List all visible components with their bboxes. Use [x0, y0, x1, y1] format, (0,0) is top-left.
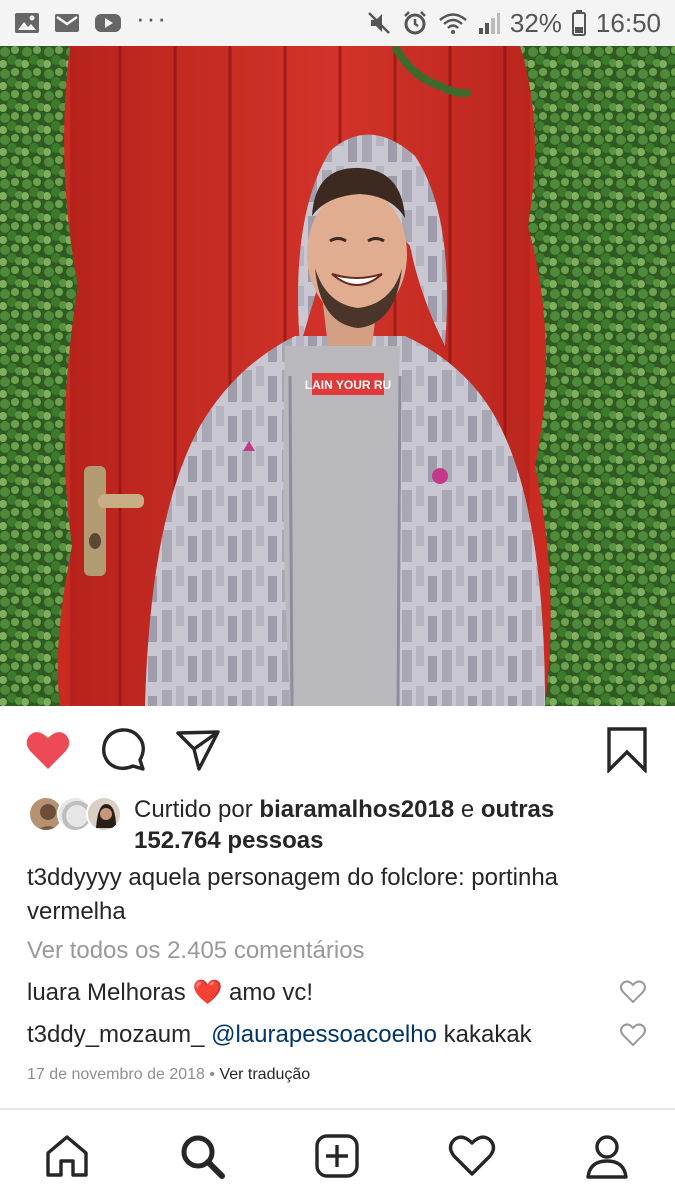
comment-row: luara Melhoras ❤️ amo vc!: [27, 976, 627, 1010]
view-all-comments-link[interactable]: Ver todos os 2.405 comentários: [27, 937, 365, 965]
bookmark-button[interactable]: [603, 726, 651, 774]
nav-search[interactable]: [178, 1132, 226, 1180]
likes-text: Curtido por biaramalhos2018 e outras 152…: [134, 794, 554, 856]
mail-icon: [54, 12, 80, 34]
liker-avatars[interactable]: [28, 796, 123, 836]
profile-icon: [586, 1135, 628, 1179]
comment-button[interactable]: [100, 726, 148, 774]
clock-time: 16:50: [595, 7, 661, 38]
nav-profile[interactable]: [583, 1132, 631, 1180]
comment-row: t3ddy_mozaum_ @laurapessoacoelho kakakak: [27, 1018, 627, 1052]
post-date: 17 de novembro de 2018: [27, 1066, 205, 1083]
signal-icon: [478, 11, 500, 35]
bookmark-icon: [607, 727, 647, 773]
image-icon: [14, 11, 40, 35]
comment-text: Melhoras: [87, 979, 186, 1006]
post-meta: 17 de novembro de 2018 • Ver tradução: [27, 1066, 310, 1084]
likes-others-label[interactable]: outras: [481, 796, 554, 823]
comment-icon: [101, 728, 145, 771]
heart-outline-icon: [620, 1023, 646, 1047]
nav-activity[interactable]: [448, 1132, 496, 1180]
post-photo[interactable]: LAIN YOUR RU: [0, 46, 675, 706]
translate-link[interactable]: Ver tradução: [219, 1066, 310, 1083]
post-caption: t3ddyyyy aquela personagem do folclore: …: [27, 861, 647, 929]
likes-prefix: Curtido por: [134, 796, 253, 823]
status-bar: ··· 32% 16:50: [0, 0, 675, 46]
mute-icon: [366, 10, 392, 36]
more-dots-icon: ···: [136, 3, 168, 33]
avatar: [86, 796, 122, 832]
bottom-nav: [0, 1110, 675, 1200]
nav-home[interactable]: [43, 1132, 91, 1180]
wifi-icon: [438, 11, 468, 35]
home-icon: [46, 1135, 88, 1177]
shirt-print: LAIN YOUR RU: [305, 378, 391, 392]
comment-like-button[interactable]: [620, 1023, 646, 1049]
comment-username[interactable]: t3ddy_mozaum_: [27, 1021, 204, 1048]
search-icon: [181, 1135, 225, 1179]
comment-mention[interactable]: @laurapessoacoelho: [211, 1021, 437, 1048]
comment-text: amo vc!: [229, 979, 314, 1006]
likes-summary: Curtido por biaramalhos2018 e outras 152…: [28, 792, 648, 856]
likes-conjunction: e: [460, 796, 475, 823]
heart-icon: [26, 732, 70, 769]
activity-heart-icon: [448, 1135, 496, 1176]
likes-count[interactable]: 152.764 pessoas: [134, 827, 323, 854]
comment-like-button[interactable]: [620, 980, 646, 1006]
youtube-icon: [94, 12, 122, 34]
battery-icon: [571, 10, 586, 36]
meta-separator: •: [209, 1066, 215, 1083]
share-button[interactable]: [174, 726, 222, 774]
nav-new-post[interactable]: [313, 1132, 361, 1180]
add-post-icon: [315, 1134, 359, 1178]
comment-emoji: ❤️: [192, 979, 223, 1006]
like-button[interactable]: [24, 726, 72, 774]
liker-username[interactable]: biaramalhos2018: [259, 796, 454, 823]
caption-username[interactable]: t3ddyyyy: [27, 864, 122, 891]
heart-outline-icon: [620, 980, 646, 1004]
comment-username[interactable]: luara: [27, 979, 80, 1006]
alarm-icon: [402, 10, 428, 36]
share-icon: [176, 730, 220, 771]
post-actions: [0, 706, 675, 792]
comment-text: kakakak: [443, 1021, 532, 1048]
battery-percent: 32%: [509, 7, 562, 38]
